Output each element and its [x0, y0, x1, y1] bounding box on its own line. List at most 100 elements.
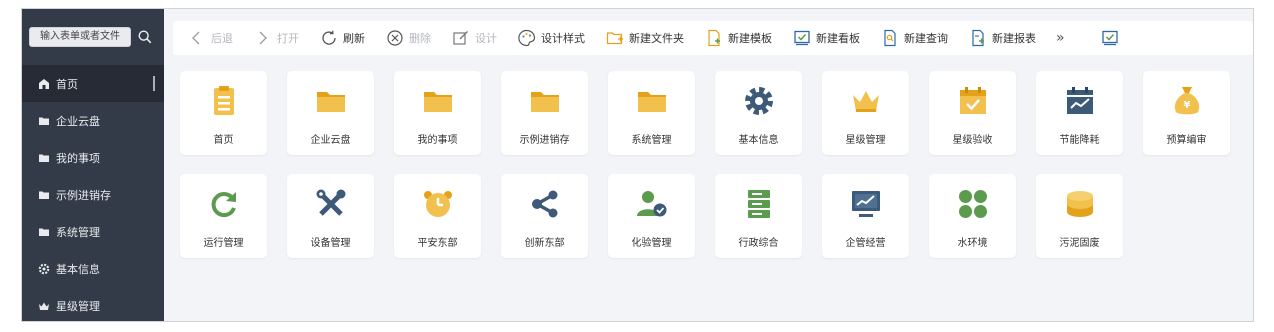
back-label: 后退 — [211, 32, 233, 45]
tile-lab[interactable]: 化验管理 — [608, 174, 695, 258]
sidebar-item-label: 企业云盘 — [56, 114, 100, 128]
gear-icon — [38, 263, 50, 275]
chevron-left-icon — [187, 28, 207, 48]
sidebar-item-label: 星级管理 — [56, 299, 100, 313]
new-folder-button[interactable]: 新建文件夹 — [605, 28, 684, 48]
sidebar-item-label: 基本信息 — [56, 262, 100, 276]
tile-enterprise-cloud[interactable]: 企业云盘 — [287, 71, 374, 155]
coins-icon — [1036, 187, 1123, 221]
sidebar-item-label: 我的事项 — [56, 151, 100, 165]
delete-button[interactable]: 删除 — [385, 28, 431, 48]
calendar-check-icon — [929, 84, 1016, 118]
tile-energy-saving[interactable]: 节能降耗 — [1036, 71, 1123, 155]
design-label: 设计 — [475, 32, 497, 45]
clover-icon — [929, 187, 1016, 221]
tools-icon — [287, 187, 374, 221]
tile-my-tasks[interactable]: 我的事项 — [394, 71, 481, 155]
report-plus-icon — [968, 28, 988, 48]
sidebar-item-sample-inventory[interactable]: 示例进销存 — [22, 176, 164, 213]
sidebar: 输入表单或者文件 首页 企业云盘 我的事项 示例进销存 系统管理 基本信息 星级… — [22, 9, 164, 321]
edit-icon — [451, 28, 471, 48]
gear-icon — [715, 84, 802, 118]
new-report-label: 新建报表 — [992, 32, 1036, 45]
search-input[interactable]: 输入表单或者文件 — [29, 27, 131, 47]
design-style-button[interactable]: 设计样式 — [517, 28, 585, 48]
new-board-button[interactable]: 新建看板 — [792, 28, 860, 48]
tile-star-acceptance[interactable]: 星级验收 — [929, 71, 1016, 155]
tile-label: 预算编审 — [1166, 135, 1207, 146]
tile-equipment[interactable]: 设备管理 — [287, 174, 374, 258]
tile-operations[interactable]: 运行管理 — [180, 174, 267, 258]
sidebar-item-system-admin[interactable]: 系统管理 — [22, 213, 164, 250]
folder-icon — [38, 189, 50, 201]
back-button[interactable]: 后退 — [187, 28, 233, 48]
tile-sludge-waste[interactable]: 污泥固废 — [1036, 174, 1123, 258]
main-content: 后退 打开 刷新 删除 设计 设计样式 新建文件夹 新建模板 新建看板 新建查询… — [164, 9, 1253, 321]
sidebar-item-basic-info[interactable]: 基本信息 — [22, 250, 164, 287]
design-button[interactable]: 设计 — [451, 28, 497, 48]
sidebar-item-label: 示例进销存 — [56, 188, 111, 202]
sidebar-item-my-tasks[interactable]: 我的事项 — [22, 139, 164, 176]
home-icon — [38, 78, 50, 90]
tile-label: 行政综合 — [738, 238, 779, 249]
share-nodes-icon — [501, 187, 588, 221]
sidebar-item-enterprise-cloud[interactable]: 企业云盘 — [22, 102, 164, 139]
design-style-label: 设计样式 — [541, 32, 585, 45]
refresh-label: 刷新 — [343, 32, 365, 45]
tile-safety-east[interactable]: 平安东部 — [394, 174, 481, 258]
tile-label: 系统管理 — [631, 135, 672, 146]
refresh-cycle-icon — [180, 187, 267, 221]
open-button[interactable]: 打开 — [253, 28, 299, 48]
tile-label: 运行管理 — [203, 238, 244, 249]
new-folder-label: 新建文件夹 — [629, 32, 684, 45]
new-template-button[interactable]: 新建模板 — [704, 28, 772, 48]
search-icon[interactable] — [136, 28, 154, 46]
tile-budget-review[interactable]: ¥ 预算编审 — [1143, 71, 1230, 155]
tile-label: 示例进销存 — [519, 135, 570, 146]
tile-system-admin[interactable]: 系统管理 — [608, 71, 695, 155]
folder-icon — [38, 152, 50, 164]
folder-icon — [38, 115, 50, 127]
file-search-icon — [880, 28, 900, 48]
tile-sample-inventory[interactable]: 示例进销存 — [501, 71, 588, 155]
alarm-clock-icon — [394, 187, 481, 221]
board-check-icon[interactable] — [1101, 29, 1119, 47]
tile-water-environment[interactable]: 水环境 — [929, 174, 1016, 258]
toolbar: 后退 打开 刷新 删除 设计 设计样式 新建文件夹 新建模板 新建看板 新建查询… — [173, 21, 1253, 55]
more-button[interactable]: » — [1056, 30, 1065, 46]
tile-label: 我的事项 — [417, 135, 458, 146]
new-template-label: 新建模板 — [728, 32, 772, 45]
tile-label: 基本信息 — [738, 135, 779, 146]
folder-icon — [394, 84, 481, 118]
folder-plus-icon — [605, 28, 625, 48]
new-query-label: 新建查询 — [904, 32, 948, 45]
server-icon — [715, 187, 802, 221]
file-plus-icon — [704, 28, 724, 48]
tile-label: 化验管理 — [631, 238, 672, 249]
sidebar-item-label: 首页 — [56, 77, 78, 91]
tile-admin[interactable]: 行政综合 — [715, 174, 802, 258]
tile-home[interactable]: 首页 — [180, 71, 267, 155]
clipboard-icon — [180, 84, 267, 118]
sidebar-item-label: 系统管理 — [56, 225, 100, 239]
monitor-chart-icon — [822, 187, 909, 221]
tile-star-management[interactable]: 星级管理 — [822, 71, 909, 155]
chevron-right-icon — [253, 28, 273, 48]
tile-basic-info[interactable]: 基本信息 — [715, 71, 802, 155]
tile-business-mgmt[interactable]: 企管经营 — [822, 174, 909, 258]
user-check-icon — [608, 187, 695, 221]
tile-innovation-east[interactable]: 创新东部 — [501, 174, 588, 258]
new-board-label: 新建看板 — [816, 32, 860, 45]
refresh-button[interactable]: 刷新 — [319, 28, 365, 48]
new-query-button[interactable]: 新建查询 — [880, 28, 948, 48]
tile-label: 首页 — [213, 135, 234, 146]
new-report-button[interactable]: 新建报表 — [968, 28, 1036, 48]
folder-icon — [608, 84, 695, 118]
folder-icon — [501, 84, 588, 118]
open-label: 打开 — [277, 32, 299, 45]
sidebar-item-star-management[interactable]: 星级管理 — [22, 287, 164, 321]
tile-label: 企管经营 — [845, 238, 886, 249]
palette-icon — [517, 28, 537, 48]
tile-label: 节能降耗 — [1059, 135, 1100, 146]
sidebar-item-home[interactable]: 首页 — [22, 65, 164, 102]
